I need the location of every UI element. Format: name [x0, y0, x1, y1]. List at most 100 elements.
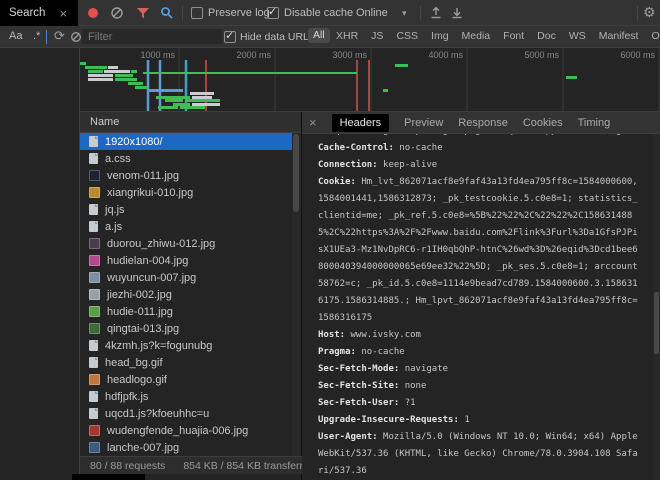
clear-search-icon[interactable]	[70, 31, 82, 43]
filter-type-xhr[interactable]: XHR	[336, 30, 358, 42]
import-har-icon[interactable]	[429, 6, 443, 20]
network-overview-timeline[interactable]: 1000 ms2000 ms3000 ms4000 ms5000 ms6000 …	[80, 48, 660, 112]
table-row[interactable]: jq.js	[80, 201, 292, 218]
filter-type-font[interactable]: Font	[503, 30, 524, 42]
tab-response[interactable]: Response	[458, 117, 508, 129]
throttling-dropdown[interactable]: Online	[356, 7, 388, 19]
table-row[interactable]: hdfjpfk.js	[80, 388, 292, 405]
devtools-network-panel: Search × Preserve log Disable cache Onli…	[0, 0, 660, 480]
table-row[interactable]: jiezhi-002.jpg	[80, 286, 292, 303]
svg-text:5000 ms: 5000 ms	[524, 50, 559, 60]
filter-type-img[interactable]: Img	[431, 30, 449, 42]
headers-content: ml;q=0.9,image/webp,image/apng,*/*;q=0.8…	[302, 134, 652, 480]
filter-type-all[interactable]: All	[308, 28, 330, 43]
record-network-log-button[interactable]	[88, 8, 98, 18]
requests-scrollbar-thumb[interactable]	[293, 134, 299, 212]
table-row[interactable]: wudengfende_huajia-006.jpg	[80, 422, 292, 439]
refresh-search-icon[interactable]: ⟳	[54, 28, 65, 44]
table-row[interactable]: xiangrikui-010.jpg	[80, 184, 292, 201]
table-row[interactable]: venom-011.jpg	[80, 167, 292, 184]
tab-cookies[interactable]: Cookies	[523, 117, 563, 129]
header-name: Upgrade-Insecure-Requests:	[318, 415, 464, 425]
table-row[interactable]: 4kzmh.js?k=fogunubg	[80, 337, 292, 354]
header-name: Host:	[318, 330, 351, 340]
toolbar-divider	[420, 6, 421, 20]
header-line: Sec-Fetch-Mode: navigate	[318, 361, 638, 378]
header-value: 1	[464, 415, 469, 425]
export-har-icon[interactable]	[450, 6, 464, 20]
disable-cache-checkbox[interactable]	[267, 7, 279, 19]
request-name-label: head_bg.gif	[105, 357, 163, 369]
regex-button[interactable]: .*	[33, 30, 40, 42]
table-row[interactable]: uqcd1.js?kfoeuhhc=u	[80, 405, 292, 422]
filter-type-ws[interactable]: WS	[569, 30, 586, 42]
table-row[interactable]: hudie-011.jpg	[80, 303, 292, 320]
header-name: User-Agent:	[318, 432, 383, 442]
image-thumbnail-icon	[89, 238, 100, 249]
details-scrollbar[interactable]	[653, 134, 660, 480]
hide-data-urls-label: Hide data URLs	[240, 31, 314, 43]
details-tab-bar: × Headers Preview Response Cookies Timing	[302, 112, 660, 134]
filter-input[interactable]	[82, 29, 222, 44]
transferred-size: 854 KB / 854 KB transferred	[183, 460, 314, 472]
filter-type-manifest[interactable]: Manifest	[599, 30, 639, 42]
search-drawer-tab[interactable]: Search ×	[0, 0, 78, 26]
disable-cache-label: Disable cache	[284, 7, 353, 19]
image-thumbnail-icon	[89, 170, 100, 181]
search-tab-close-icon[interactable]: ×	[59, 7, 67, 20]
match-case-button[interactable]: Aa	[9, 30, 22, 42]
table-row[interactable]: 1920x1080/	[80, 133, 292, 150]
table-row[interactable]: head_bg.gif	[80, 354, 292, 371]
filter-type-js[interactable]: JS	[371, 30, 383, 42]
header-name: Sec-Fetch-Mode:	[318, 364, 405, 374]
request-name-label: hdfjpfk.js	[105, 391, 148, 403]
filter-type-doc[interactable]: Doc	[537, 30, 556, 42]
search-panel-divider	[46, 30, 47, 44]
search-icon[interactable]	[160, 6, 174, 20]
filter-type-other[interactable]: Other	[651, 30, 660, 42]
filter-type-media[interactable]: Media	[462, 30, 491, 42]
image-thumbnail-icon	[89, 442, 100, 453]
request-name-label: a.js	[105, 221, 122, 233]
column-header-name[interactable]: Name	[80, 112, 301, 133]
close-details-icon[interactable]: ×	[309, 116, 317, 129]
request-name-label: lanche-007.jpg	[107, 442, 179, 454]
request-name-label: qingtai-013.jpg	[107, 323, 179, 335]
table-row[interactable]: wuyuncun-007.jpg	[80, 269, 292, 286]
settings-gear-icon[interactable]: ⚙	[643, 4, 656, 21]
table-row[interactable]: a.js	[80, 218, 292, 235]
filter-type-css[interactable]: CSS	[396, 30, 418, 42]
clear-network-log-icon[interactable]	[110, 6, 124, 20]
document-icon	[89, 136, 98, 147]
chevron-down-icon: ▾	[402, 8, 407, 19]
filter-type-list: XHR JS CSS Img Media Font Doc WS Manifest Other	[336, 30, 660, 42]
request-name-label: headlogo.gif	[107, 374, 167, 386]
svg-text:6000 ms: 6000 ms	[620, 50, 655, 60]
header-line: Cache-Control: no-cache	[318, 140, 638, 157]
table-row[interactable]: lanche-007.jpg	[80, 439, 292, 456]
table-row[interactable]: qingtai-013.jpg	[80, 320, 292, 337]
filter-funnel-icon[interactable]	[136, 6, 150, 20]
preserve-log-checkbox[interactable]	[191, 7, 203, 19]
details-tabs: Headers Preview Response Cookies Timing	[332, 114, 611, 132]
request-name-label: duorou_zhiwu-012.jpg	[107, 238, 215, 250]
tab-timing[interactable]: Timing	[578, 117, 611, 129]
document-icon	[89, 408, 98, 419]
requests-count: 80 / 88 requests	[90, 460, 165, 472]
table-row[interactable]: duorou_zhiwu-012.jpg	[80, 235, 292, 252]
details-scrollbar-thumb[interactable]	[654, 292, 659, 354]
request-name-label: jq.js	[105, 204, 125, 216]
request-name-label: wuyuncun-007.jpg	[107, 272, 196, 284]
tab-preview[interactable]: Preview	[404, 117, 443, 129]
document-icon	[89, 340, 98, 351]
table-row[interactable]: hudielan-004.jpg	[80, 252, 292, 269]
header-line: Connection: keep-alive	[318, 157, 638, 174]
toolbar-divider	[182, 6, 183, 20]
table-row[interactable]: headlogo.gif	[80, 371, 292, 388]
requests-scrollbar[interactable]	[292, 133, 301, 456]
tab-headers[interactable]: Headers	[332, 114, 390, 132]
hide-data-urls-checkbox[interactable]	[224, 31, 236, 43]
request-name-label: hudie-011.jpg	[107, 306, 173, 318]
toolbar-divider	[637, 6, 638, 20]
table-row[interactable]: a.css	[80, 150, 292, 167]
